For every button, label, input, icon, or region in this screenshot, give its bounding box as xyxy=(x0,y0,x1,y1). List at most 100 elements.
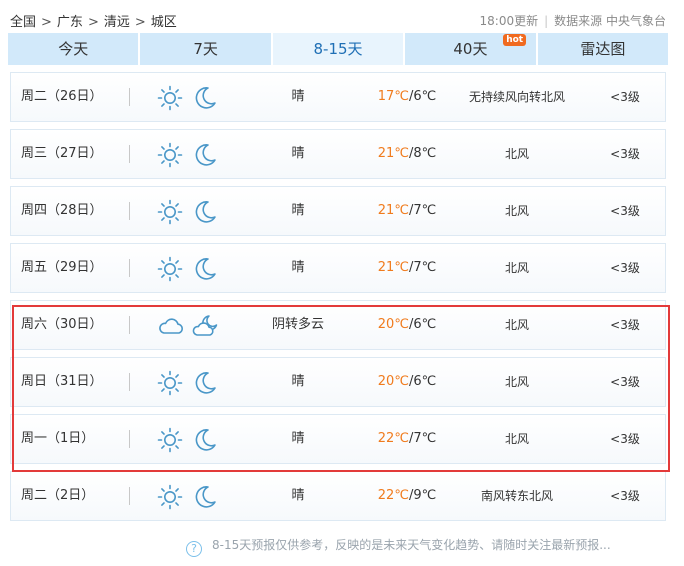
tab-radar[interactable]: 雷达图 xyxy=(537,33,669,65)
forecast-row: 周二（26日） 晴 17℃/6℃ 无持续风向转北风 <3级 xyxy=(10,72,666,122)
row-divider xyxy=(129,373,130,391)
weather-desc: 晴 xyxy=(291,488,305,503)
high-temp: 20℃ xyxy=(377,374,409,389)
low-temp: /6℃ xyxy=(408,317,437,332)
data-source: 数据来源 中央气象台 xyxy=(554,14,666,28)
temperature: 22℃/9℃ xyxy=(367,472,447,520)
tab-40-days[interactable]: 40天 hot xyxy=(405,33,536,65)
high-temp: 22℃ xyxy=(377,431,409,446)
temperature: 20℃/6℃ xyxy=(367,301,447,349)
breadcrumb-city[interactable]: 清远 xyxy=(104,15,130,30)
forecast-date: 周六（30日） xyxy=(21,317,103,332)
tab-label: 雷达图 xyxy=(580,40,626,58)
high-temp: 20℃ xyxy=(377,317,409,332)
wind-direction: 北风 xyxy=(504,318,529,332)
forecast-row: 周三（27日） 晴 21℃/8℃ 北风 <3级 xyxy=(10,129,666,179)
weather-icons xyxy=(157,301,221,349)
temperature: 21℃/8℃ xyxy=(367,130,447,178)
forecast-date: 周二（26日） xyxy=(21,89,103,104)
wind-level: <3级 xyxy=(610,432,640,446)
high-temp: 21℃ xyxy=(377,260,409,275)
footer-text: 8-15天预报仅供参考，反映的是未来天气变化趋势、请随时关注最新预报... xyxy=(212,538,611,552)
temperature: 21℃/7℃ xyxy=(367,187,447,235)
breadcrumb-province[interactable]: 广东 xyxy=(57,15,83,30)
wind-level: <3级 xyxy=(610,489,640,503)
high-temp: 21℃ xyxy=(377,203,409,218)
weather-desc: 晴 xyxy=(291,203,305,218)
wind-level: <3级 xyxy=(610,90,640,104)
row-divider xyxy=(129,316,130,334)
weather-icons xyxy=(157,244,221,292)
wind-level: <3级 xyxy=(610,375,640,389)
forecast-date: 周三（27日） xyxy=(21,146,103,161)
row-divider xyxy=(129,259,130,277)
help-icon[interactable]: ? xyxy=(186,541,202,557)
weather-icons xyxy=(157,358,221,406)
wind-direction: 北风 xyxy=(504,432,529,446)
forecast-row: 周日（31日） 晴 20℃/6℃ 北风 <3级 xyxy=(10,357,666,407)
forecast-date: 周二（2日） xyxy=(21,488,95,503)
weather-icons xyxy=(157,415,221,463)
weather-desc: 晴 xyxy=(291,89,305,104)
tab-label: 40天 xyxy=(453,40,488,58)
wind-direction: 北风 xyxy=(504,204,529,218)
tab-label: 7天 xyxy=(193,40,218,58)
meta-divider: | xyxy=(544,14,549,28)
row-divider xyxy=(129,430,130,448)
top-bar: 全国 > 广东 > 清远 > 城区 18:00更新 | 数据来源 中央气象台 xyxy=(10,10,666,30)
breadcrumb: 全国 > 广东 > 清远 > 城区 xyxy=(10,11,177,30)
breadcrumb-separator: > xyxy=(87,15,99,30)
tab-7-days[interactable]: 7天 xyxy=(140,33,271,65)
low-temp: /8℃ xyxy=(408,146,437,161)
low-temp: /7℃ xyxy=(408,203,437,218)
weather-desc: 晴 xyxy=(291,260,305,275)
breadcrumb-separator: > xyxy=(134,15,146,30)
hot-badge: hot xyxy=(503,34,527,46)
low-temp: /9℃ xyxy=(408,488,437,503)
breadcrumb-country[interactable]: 全国 xyxy=(10,15,36,30)
forecast-row: 周二（2日） 晴 22℃/9℃ 南风转东北风 <3级 xyxy=(10,471,666,521)
wind-direction: 无持续风向转北风 xyxy=(468,90,565,104)
footer-note: ? 8-15天预报仅供参考，反映的是未来天气变化趋势、请随时关注最新预报... xyxy=(186,536,676,558)
wind-level: <3级 xyxy=(610,318,640,332)
forecast-row: 周六（30日） 阴转多云 20℃/6℃ 北风 <3级 xyxy=(10,300,666,350)
low-temp: /7℃ xyxy=(408,260,437,275)
weather-desc: 阴转多云 xyxy=(271,317,324,332)
high-temp: 17℃ xyxy=(377,89,409,104)
weather-icons xyxy=(157,472,221,520)
weather-desc: 晴 xyxy=(291,431,305,446)
forecast-row: 周一（1日） 晴 22℃/7℃ 北风 <3级 xyxy=(10,414,666,464)
weather-desc: 晴 xyxy=(291,374,305,389)
weather-desc: 晴 xyxy=(291,146,305,161)
breadcrumb-separator: > xyxy=(41,15,52,30)
forecast-date: 周五（29日） xyxy=(21,260,103,275)
forecast-date: 周一（1日） xyxy=(21,431,95,446)
temperature: 21℃/7℃ xyxy=(367,244,447,292)
forecast-row: 周五（29日） 晴 21℃/7℃ 北风 <3级 xyxy=(10,243,666,293)
temperature: 20℃/6℃ xyxy=(367,358,447,406)
wind-direction: 南风转东北风 xyxy=(480,489,553,503)
wind-level: <3级 xyxy=(610,204,640,218)
wind-direction: 北风 xyxy=(504,375,529,389)
forecast-date: 周四（28日） xyxy=(21,203,103,218)
row-divider xyxy=(129,145,130,163)
wind-level: <3级 xyxy=(610,261,640,275)
row-divider xyxy=(129,202,130,220)
update-meta: 18:00更新 | 数据来源 中央气象台 xyxy=(480,12,666,29)
forecast-row: 周四（28日） 晴 21℃/7℃ 北风 <3级 xyxy=(10,186,666,236)
tab-label: 8-15天 xyxy=(313,40,363,58)
tab-8-15-days[interactable]: 8-15天 xyxy=(272,33,404,65)
temperature: 17℃/6℃ xyxy=(367,73,447,121)
breadcrumb-district: 城区 xyxy=(150,15,177,30)
update-time: 18:00更新 xyxy=(479,14,539,28)
wind-direction: 北风 xyxy=(504,261,529,275)
temperature: 22℃/7℃ xyxy=(367,415,447,463)
wind-level: <3级 xyxy=(610,147,640,161)
high-temp: 21℃ xyxy=(377,146,409,161)
low-temp: /6℃ xyxy=(408,89,437,104)
wind-direction: 北风 xyxy=(504,147,529,161)
tab-today[interactable]: 今天 xyxy=(8,33,139,65)
high-temp: 22℃ xyxy=(377,488,409,503)
row-divider xyxy=(129,487,130,505)
weather-icons xyxy=(157,187,221,235)
